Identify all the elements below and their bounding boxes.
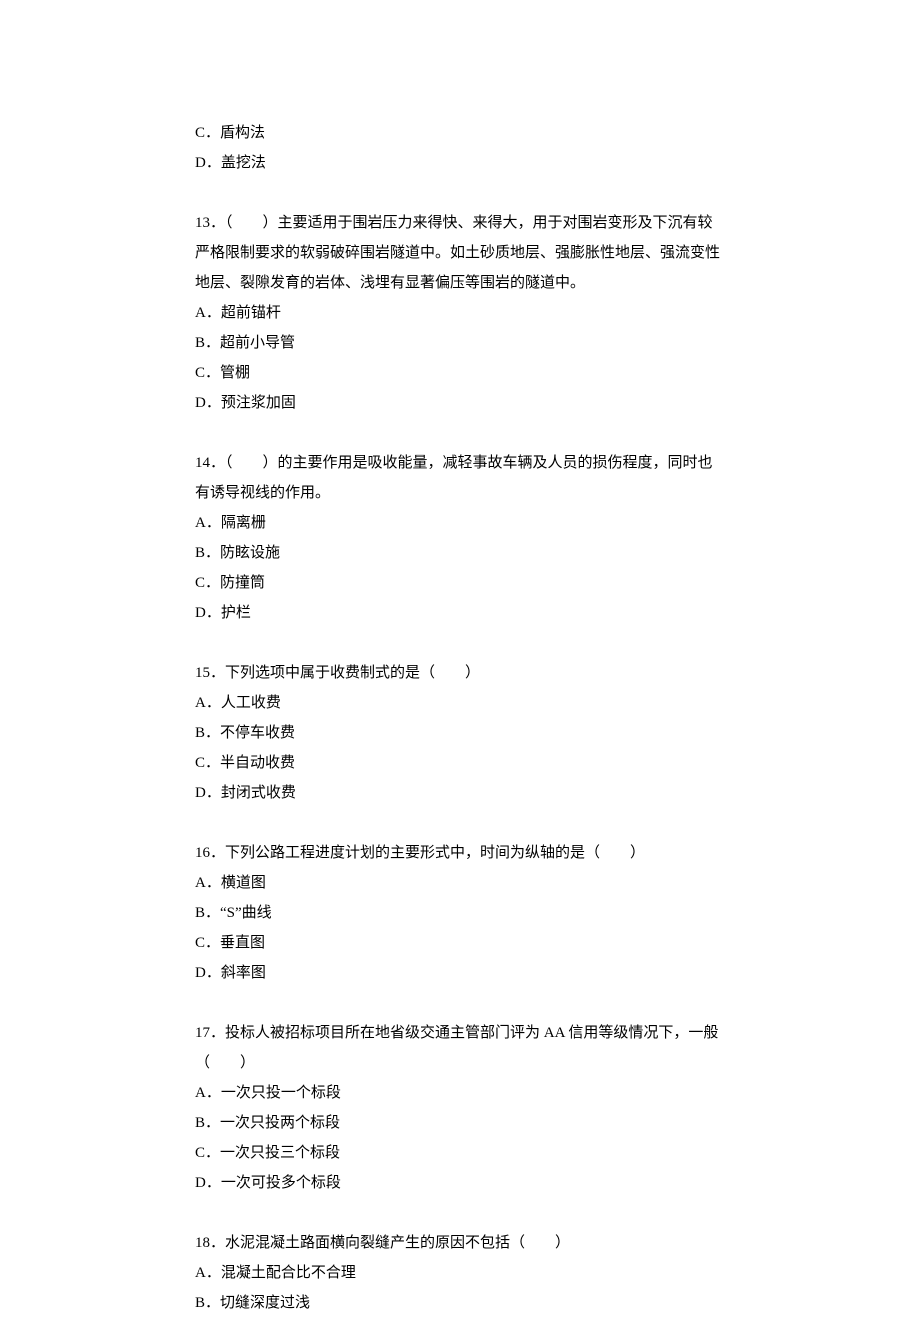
spacer xyxy=(195,418,725,448)
question-stem: 13．（ ）主要适用于围岩压力来得快、来得大，用于对围岩变形及下沉有较严格限制要… xyxy=(195,208,725,298)
option-text: A．人工收费 xyxy=(195,688,725,718)
spacer xyxy=(195,628,725,658)
option-text: D．盖挖法 xyxy=(195,148,725,178)
option-text: D．一次可投多个标段 xyxy=(195,1168,725,1198)
option-text: A．一次只投一个标段 xyxy=(195,1078,725,1108)
orphan-options-block: C．盾构法 D．盖挖法 xyxy=(195,118,725,178)
question-18: 18．水泥混凝土路面横向裂缝产生的原因不包括（ ） A．混凝土配合比不合理 B．… xyxy=(195,1228,725,1318)
option-text: A．隔离栅 xyxy=(195,508,725,538)
option-text: D．护栏 xyxy=(195,598,725,628)
option-text: D．斜率图 xyxy=(195,958,725,988)
question-stem: 18．水泥混凝土路面横向裂缝产生的原因不包括（ ） xyxy=(195,1228,725,1258)
option-text: B．防眩设施 xyxy=(195,538,725,568)
option-text: C．盾构法 xyxy=(195,118,725,148)
option-text: C．一次只投三个标段 xyxy=(195,1138,725,1168)
option-text: D．封闭式收费 xyxy=(195,778,725,808)
option-text: C．半自动收费 xyxy=(195,748,725,778)
option-text: B．不停车收费 xyxy=(195,718,725,748)
question-stem: 16．下列公路工程进度计划的主要形式中，时间为纵轴的是（ ） xyxy=(195,838,725,868)
option-text: C．管棚 xyxy=(195,358,725,388)
spacer xyxy=(195,808,725,838)
question-stem: 17．投标人被招标项目所在地省级交通主管部门评为 AA 信用等级情况下，一般（ … xyxy=(195,1018,725,1078)
spacer xyxy=(195,988,725,1018)
question-16: 16．下列公路工程进度计划的主要形式中，时间为纵轴的是（ ） A．横道图 B．“… xyxy=(195,838,725,988)
spacer xyxy=(195,178,725,208)
question-13: 13．（ ）主要适用于围岩压力来得快、来得大，用于对围岩变形及下沉有较严格限制要… xyxy=(195,208,725,418)
option-text: B．一次只投两个标段 xyxy=(195,1108,725,1138)
question-stem: 14．（ ）的主要作用是吸收能量，减轻事故车辆及人员的损伤程度，同时也有诱导视线… xyxy=(195,448,725,508)
option-text: B．“S”曲线 xyxy=(195,898,725,928)
option-text: B．超前小导管 xyxy=(195,328,725,358)
question-14: 14．（ ）的主要作用是吸收能量，减轻事故车辆及人员的损伤程度，同时也有诱导视线… xyxy=(195,448,725,628)
option-text: A．混凝土配合比不合理 xyxy=(195,1258,725,1288)
option-text: A．横道图 xyxy=(195,868,725,898)
spacer xyxy=(195,1198,725,1228)
option-text: B．切缝深度过浅 xyxy=(195,1288,725,1318)
document-page: C．盾构法 D．盖挖法 13．（ ）主要适用于围岩压力来得快、来得大，用于对围岩… xyxy=(0,0,920,1318)
option-text: C．垂直图 xyxy=(195,928,725,958)
question-15: 15．下列选项中属于收费制式的是（ ） A．人工收费 B．不停车收费 C．半自动… xyxy=(195,658,725,808)
option-text: C．防撞筒 xyxy=(195,568,725,598)
question-17: 17．投标人被招标项目所在地省级交通主管部门评为 AA 信用等级情况下，一般（ … xyxy=(195,1018,725,1198)
question-stem: 15．下列选项中属于收费制式的是（ ） xyxy=(195,658,725,688)
option-text: D．预注浆加固 xyxy=(195,388,725,418)
option-text: A．超前锚杆 xyxy=(195,298,725,328)
